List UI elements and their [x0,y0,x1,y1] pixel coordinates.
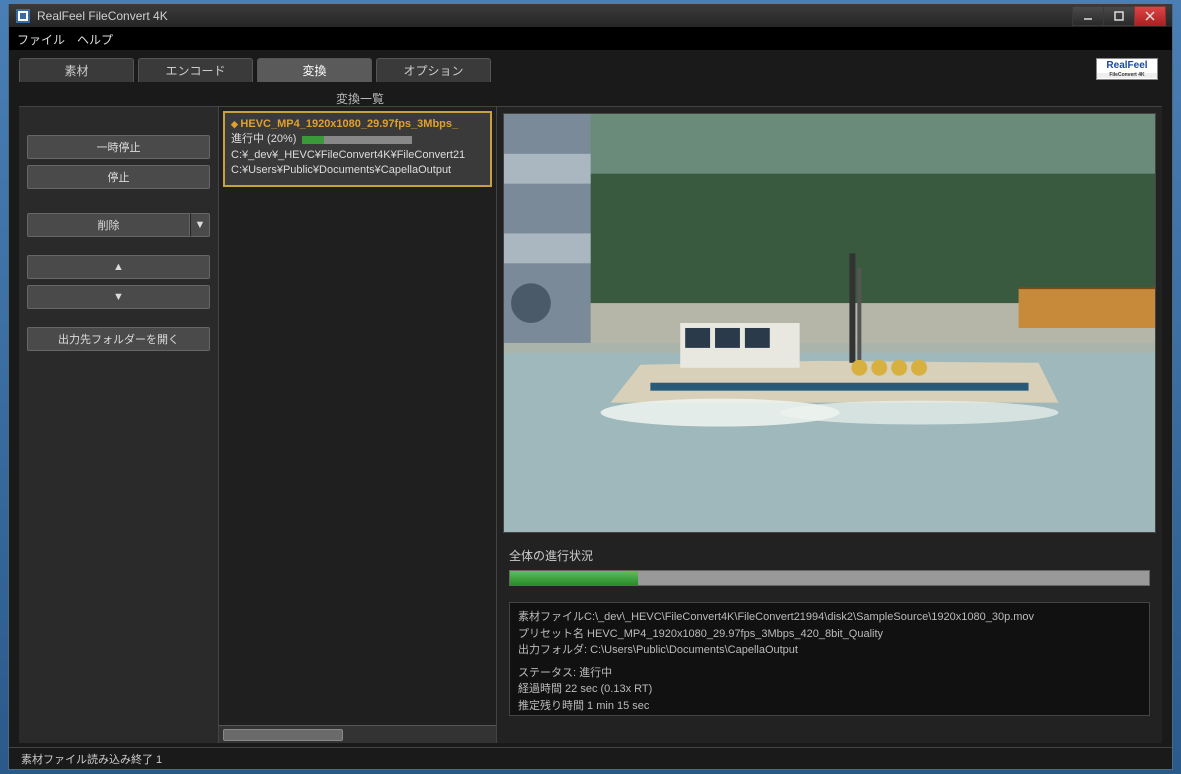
triangle-up-icon: ▲ [113,261,124,273]
task-list-column: HEVC_MP4_1920x1080_29.97fps_3Mbps_ 進行中 (… [219,107,497,743]
move-down-button[interactable]: ▼ [27,285,210,309]
statusbar-text: 素材ファイル読み込み終了 1 [21,751,162,767]
brand-top: RealFeel [1097,61,1157,71]
overall-progress-bar [509,570,1150,586]
video-preview [503,113,1156,533]
brand-logo: RealFeel FileConvert 4K [1096,58,1158,80]
stop-button[interactable]: 停止 [27,165,210,189]
app-window: RealFeel FileConvert 4K ファイル ヘルプ 素材 エンコー… [8,4,1173,770]
detail-elapsed: 経過時間 22 sec (0.13x RT) [518,681,1141,698]
topbar: 素材 エンコード 変換 オプション RealFeel FileConvert 4… [9,50,1172,82]
task-src-path: C:¥_dev¥_HEVC¥FileConvert4K¥FileConvert2… [231,148,484,163]
close-button[interactable] [1134,6,1166,26]
details-panel: 素材ファイルC:\_dev\_HEVC\FileConvert4K\FileCo… [509,602,1150,716]
maximize-button[interactable] [1103,6,1135,26]
window-title: RealFeel FileConvert 4K [37,9,168,23]
delete-dropdown[interactable]: ▼ [190,213,210,237]
open-output-button[interactable]: 出力先フォルダーを開く [27,327,210,351]
task-title: HEVC_MP4_1920x1080_29.97fps_3Mbps_ [231,117,484,132]
tabs: 素材 エンコード 変換 オプション [19,58,491,82]
minimize-button[interactable] [1072,6,1104,26]
pause-button[interactable]: 一時停止 [27,135,210,159]
detail-remaining: 推定残り時間 1 min 15 sec [518,698,1141,715]
delete-button[interactable]: 削除 [27,213,190,237]
titlebar: RealFeel FileConvert 4K [9,4,1172,28]
task-progress-bar [302,136,412,144]
move-up-button[interactable]: ▲ [27,255,210,279]
list-scrollbar[interactable] [219,725,496,743]
scrollbar-thumb[interactable] [223,729,343,741]
detail-preset: プリセット名 HEVC_MP4_1920x1080_29.97fps_3Mbps… [518,626,1141,643]
triangle-down-icon: ▼ [113,291,124,303]
tab-material[interactable]: 素材 [19,58,134,82]
right-column: 全体の進行状況 素材ファイルC:\_dev\_HEVC\FileConvert4… [497,107,1162,743]
task-dst-path: C:¥Users¥Public¥Documents¥CapellaOutput [231,163,484,178]
sidebar: 一時停止 停止 削除 ▼ ▲ ▼ 出力先フォルダーを開く [19,107,219,743]
menubar: ファイル ヘルプ [9,28,1172,50]
chevron-down-icon: ▼ [195,219,206,231]
statusbar: 素材ファイル読み込み終了 1 [9,747,1172,769]
app-icon [15,8,31,24]
overall-progress-section: 全体の進行状況 [497,537,1162,602]
brand-sub: FileConvert 4K [1097,73,1157,78]
menu-file[interactable]: ファイル [17,31,65,48]
tab-encode[interactable]: エンコード [138,58,253,82]
task-item[interactable]: HEVC_MP4_1920x1080_29.97fps_3Mbps_ 進行中 (… [223,111,492,187]
detail-status: ステータス: 進行中 [518,665,1141,682]
menu-help[interactable]: ヘルプ [77,31,113,48]
detail-output: 出力フォルダ: C:\Users\Public\Documents\Capell… [518,642,1141,659]
detail-total: 合計推定時間：1 min 45 sec [518,714,1141,716]
tab-option[interactable]: オプション [376,58,491,82]
task-state: 進行中 (20%) [231,132,296,147]
tab-convert[interactable]: 変換 [257,58,372,82]
overall-progress-label: 全体の進行状況 [509,547,1150,564]
detail-source: 素材ファイルC:\_dev\_HEVC\FileConvert4K\FileCo… [518,609,1141,626]
content-area: 素材 エンコード 変換 オプション RealFeel FileConvert 4… [9,50,1172,769]
